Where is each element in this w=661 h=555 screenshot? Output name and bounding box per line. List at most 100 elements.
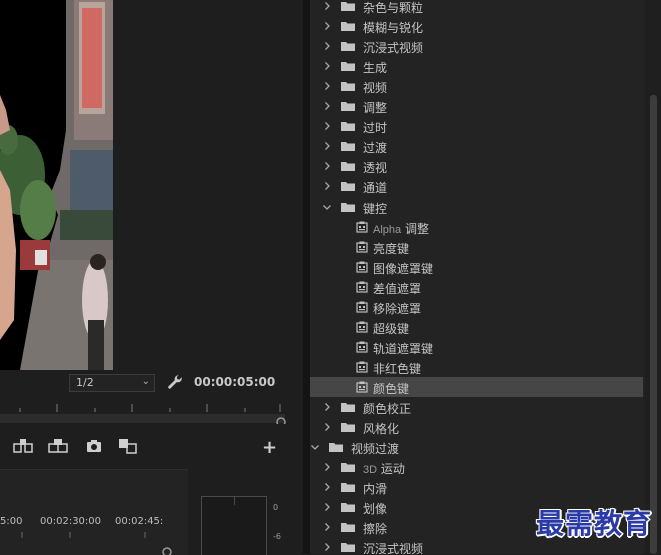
audio-meter-panel: 0 -6 xyxy=(190,469,303,555)
effect-label: 内滑 xyxy=(363,482,388,497)
scrollbar-thumb[interactable] xyxy=(650,95,657,554)
effect-folder[interactable]: 颜色校正 xyxy=(310,397,643,417)
chevron-right-icon[interactable] xyxy=(322,61,332,71)
chevron-right-icon[interactable] xyxy=(322,41,332,51)
camera-icon[interactable] xyxy=(84,438,104,454)
effect-label: Alpha 调整 xyxy=(373,220,429,237)
chevron-right-icon[interactable] xyxy=(322,21,332,31)
effect-label: 沉浸式视频 xyxy=(363,41,424,56)
effect-label: 沉浸式视频 xyxy=(363,542,424,554)
folder-icon xyxy=(341,463,355,473)
effect-folder[interactable]: 3D 运动 xyxy=(310,457,643,477)
folder-icon xyxy=(341,2,355,11)
effect-item[interactable]: 移除遮罩 xyxy=(310,297,643,317)
effect-item[interactable]: 亮度键 xyxy=(310,237,643,257)
effect-label: 3D 运动 xyxy=(363,460,405,477)
add-button[interactable]: + xyxy=(262,437,277,458)
effect-folder[interactable]: 生成 xyxy=(310,56,643,76)
effect-label: 过时 xyxy=(363,121,388,136)
effect-item[interactable]: 颜色键 xyxy=(310,376,643,397)
effect-item[interactable]: Alpha 调整 xyxy=(310,217,643,237)
chevron-right-icon[interactable] xyxy=(322,542,332,552)
effect-preset-icon xyxy=(356,361,368,373)
timeline-ruler[interactable] xyxy=(0,530,188,555)
playhead-timecode: 00:00:05:00 xyxy=(194,375,276,389)
chevron-right-icon[interactable] xyxy=(322,1,332,11)
audio-meter-bars xyxy=(201,496,267,555)
overwrite-icon[interactable] xyxy=(48,438,68,454)
watermark-logo: 最需教育 xyxy=(536,507,653,540)
chevron-down-icon[interactable] xyxy=(322,202,332,212)
effect-label: 模糊与锐化 xyxy=(363,21,424,36)
effect-label-text: 运动 xyxy=(377,462,405,477)
effect-label: 擦除 xyxy=(363,522,388,537)
chevron-down-icon: ⌄ xyxy=(141,376,150,387)
effect-folder[interactable]: 视频过渡 xyxy=(310,437,643,457)
chevron-down-icon[interactable] xyxy=(310,442,320,452)
meter-scale-label: -6 xyxy=(273,532,281,541)
effect-label: 轨道遮罩键 xyxy=(373,341,434,356)
chevron-right-icon[interactable] xyxy=(322,81,332,91)
program-monitor: 1/2 ⌄ 00:00:05:00 + 5:00 00:02:30:00 00:… xyxy=(0,0,303,555)
folder-icon xyxy=(341,182,355,192)
effect-preset-icon xyxy=(356,381,368,393)
chevron-right-icon[interactable] xyxy=(322,402,332,412)
effect-folder[interactable]: 视频 xyxy=(310,76,643,96)
folder-icon xyxy=(341,543,355,553)
effect-item[interactable]: 图像遮罩键 xyxy=(310,257,643,277)
effect-preset-icon xyxy=(356,261,368,273)
effect-label: 通道 xyxy=(363,181,388,196)
effect-folder[interactable]: 通道 xyxy=(310,176,643,196)
chevron-right-icon[interactable] xyxy=(322,462,332,472)
effect-preset-icon xyxy=(356,241,368,253)
effect-preset-icon xyxy=(356,281,368,293)
chevron-right-icon[interactable] xyxy=(322,121,332,131)
effect-preset-icon xyxy=(356,341,368,353)
effect-item[interactable]: 非红色键 xyxy=(310,357,643,377)
panel-divider[interactable] xyxy=(303,0,310,554)
effect-label: 键控 xyxy=(363,201,388,216)
chevron-right-icon[interactable] xyxy=(322,141,332,151)
effect-label: 视频过渡 xyxy=(351,442,400,457)
effect-item[interactable]: 轨道遮罩键 xyxy=(310,337,643,357)
effect-folder[interactable]: 调整 xyxy=(310,96,643,116)
effect-label: 移除遮罩 xyxy=(373,301,422,316)
chevron-right-icon[interactable] xyxy=(322,482,332,492)
zoom-level-select[interactable]: 1/2 ⌄ xyxy=(69,374,155,392)
chevron-right-icon[interactable] xyxy=(322,422,332,432)
effect-item[interactable]: 超级键 xyxy=(310,317,643,337)
effect-folder[interactable]: 过渡 xyxy=(310,136,643,156)
effect-folder[interactable]: 沉浸式视频 xyxy=(310,36,643,56)
folder-icon xyxy=(341,42,355,52)
timeline-time-label: 5:00 xyxy=(0,516,23,527)
chevron-right-icon[interactable] xyxy=(322,522,332,532)
wrench-icon[interactable] xyxy=(167,374,183,390)
mini-timeline-ruler[interactable] xyxy=(0,398,290,424)
effect-label: 颜色校正 xyxy=(363,402,412,416)
folder-icon xyxy=(329,443,343,453)
effect-label: 视频 xyxy=(363,81,388,96)
chevron-right-icon[interactable] xyxy=(322,502,332,512)
effect-label: 差值遮罩 xyxy=(373,281,422,296)
effects-panel: 杂色与颗粒 模糊与锐化 沉浸式视频 生成 视频 调整 过时 过渡 透视 通道 键控 Alpha 调整亮… xyxy=(310,0,661,554)
timeline-panel: 5:00 00:02:30:00 00:02:45: xyxy=(0,469,188,555)
effect-folder[interactable]: 杂色与颗粒 xyxy=(310,0,643,16)
compare-icon[interactable] xyxy=(118,438,138,454)
effect-folder[interactable]: 过时 xyxy=(310,116,643,136)
effect-folder[interactable]: 透视 xyxy=(310,156,643,176)
effect-item[interactable]: 差值遮罩 xyxy=(310,277,643,297)
effect-label: 非红色键 xyxy=(373,361,422,376)
chevron-right-icon[interactable] xyxy=(322,161,332,171)
video-preview xyxy=(0,0,113,370)
effect-folder[interactable]: 风格化 xyxy=(310,417,643,437)
effect-label: 划像 xyxy=(363,502,388,517)
effect-folder[interactable]: 内滑 xyxy=(310,477,643,497)
effect-folder[interactable]: 键控 xyxy=(310,197,643,217)
effect-folder[interactable]: 模糊与锐化 xyxy=(310,16,643,36)
effect-label: 透视 xyxy=(363,161,388,176)
insert-icon[interactable] xyxy=(13,438,33,454)
folder-icon xyxy=(341,22,355,32)
folder-icon xyxy=(341,523,355,533)
chevron-right-icon[interactable] xyxy=(322,181,332,191)
chevron-right-icon[interactable] xyxy=(322,101,332,111)
